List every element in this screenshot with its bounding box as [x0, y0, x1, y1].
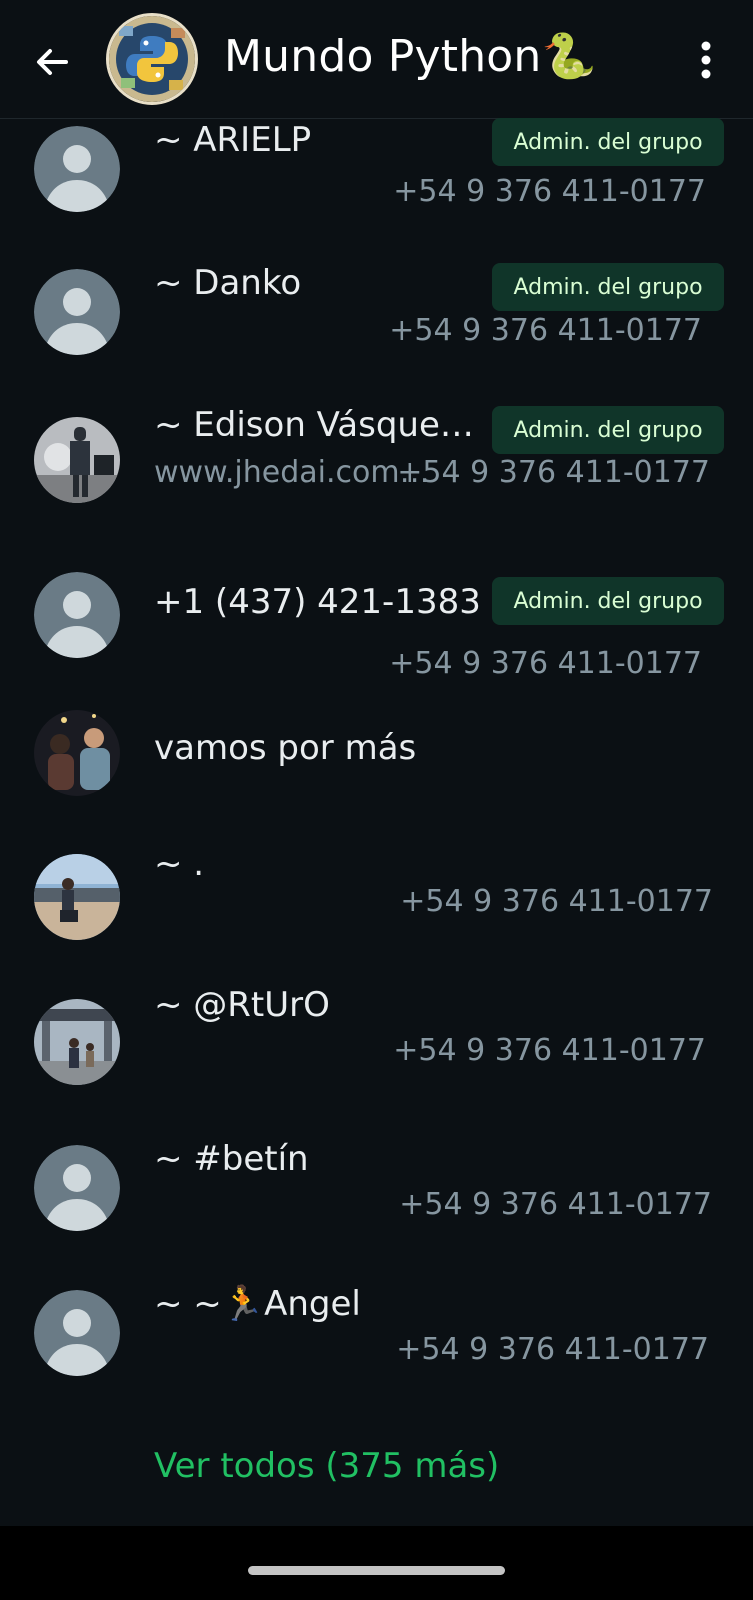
admin-badge: Admin. del grupo	[492, 406, 724, 454]
photo-avatar	[34, 854, 120, 940]
page-title[interactable]: Mundo Python🐍	[224, 30, 596, 82]
see-all-link[interactable]: Ver todos (375 más)	[154, 1446, 499, 1486]
default-avatar-icon	[34, 269, 120, 355]
member-name: ~ .	[154, 844, 205, 884]
admin-badge: Admin. del grupo	[492, 118, 724, 166]
member-row[interactable]: +1 (437) 421-1383 Admin. del grupo +54 9…	[0, 570, 753, 710]
member-name: ~ Danko	[154, 263, 302, 303]
member-name: ~ #betín	[154, 1139, 309, 1179]
default-avatar-icon	[34, 572, 120, 658]
member-row[interactable]: ~ @RtUrO +54 9 376 411-0177	[0, 985, 753, 1135]
default-avatar-icon	[34, 126, 120, 212]
default-avatar-icon	[34, 1145, 120, 1231]
member-phone: +54 9 376 411-0177	[389, 646, 702, 681]
member-name: +1 (437) 421-1383	[154, 582, 481, 622]
member-phone: +54 9 376 411-0177	[400, 884, 713, 919]
group-avatar[interactable]	[106, 13, 198, 105]
admin-badge: Admin. del grupo	[492, 263, 724, 311]
system-nav-bar	[0, 1526, 753, 1600]
member-phone: +54 9 376 411-0177	[389, 313, 702, 348]
member-phone: +54 9 376 411-0177	[399, 1187, 712, 1222]
home-gesture-handle[interactable]	[248, 1566, 505, 1575]
more-vertical-icon[interactable]	[686, 38, 726, 82]
member-row[interactable]: ~ Danko Admin. del grupo +54 9 376 411-0…	[0, 263, 753, 403]
member-row[interactable]: ~ . +54 9 376 411-0177	[0, 844, 753, 992]
member-name: ~ @RtUrO	[154, 985, 330, 1025]
member-name: ~ ARIELP	[154, 120, 312, 160]
member-phone: +54 9 376 411-0177	[393, 174, 706, 209]
member-status: www.jhedai.com…	[154, 455, 430, 490]
member-name: vamos por más	[154, 728, 417, 768]
member-row[interactable]: ~ ~🏃Angel +54 9 376 411-0177	[0, 1282, 753, 1422]
member-row[interactable]: ~ #betín +54 9 376 411-0177	[0, 1137, 753, 1277]
member-phone: +54 9 376 411-0177	[393, 1033, 706, 1068]
photo-avatar	[34, 999, 120, 1085]
photo-avatar	[34, 710, 120, 796]
member-phone: +54 9 376 411-0177	[396, 1332, 709, 1367]
member-row[interactable]: ~ Edison Vásque… Admin. del grupo www.jh…	[0, 405, 753, 547]
member-row[interactable]: vamos por más	[0, 710, 753, 850]
default-avatar-icon	[34, 1290, 120, 1376]
member-row[interactable]: ~ ARIELP Admin. del grupo +54 9 376 411-…	[0, 118, 753, 260]
member-name: ~ ~🏃Angel	[154, 1284, 361, 1324]
admin-badge: Admin. del grupo	[492, 577, 724, 625]
app-header: Mundo Python🐍	[0, 0, 753, 119]
back-arrow-icon[interactable]	[30, 40, 74, 84]
member-phone: +54 9 376 411-0177	[397, 455, 710, 490]
member-name: ~ Edison Vásque…	[154, 405, 474, 445]
photo-avatar	[34, 417, 120, 503]
